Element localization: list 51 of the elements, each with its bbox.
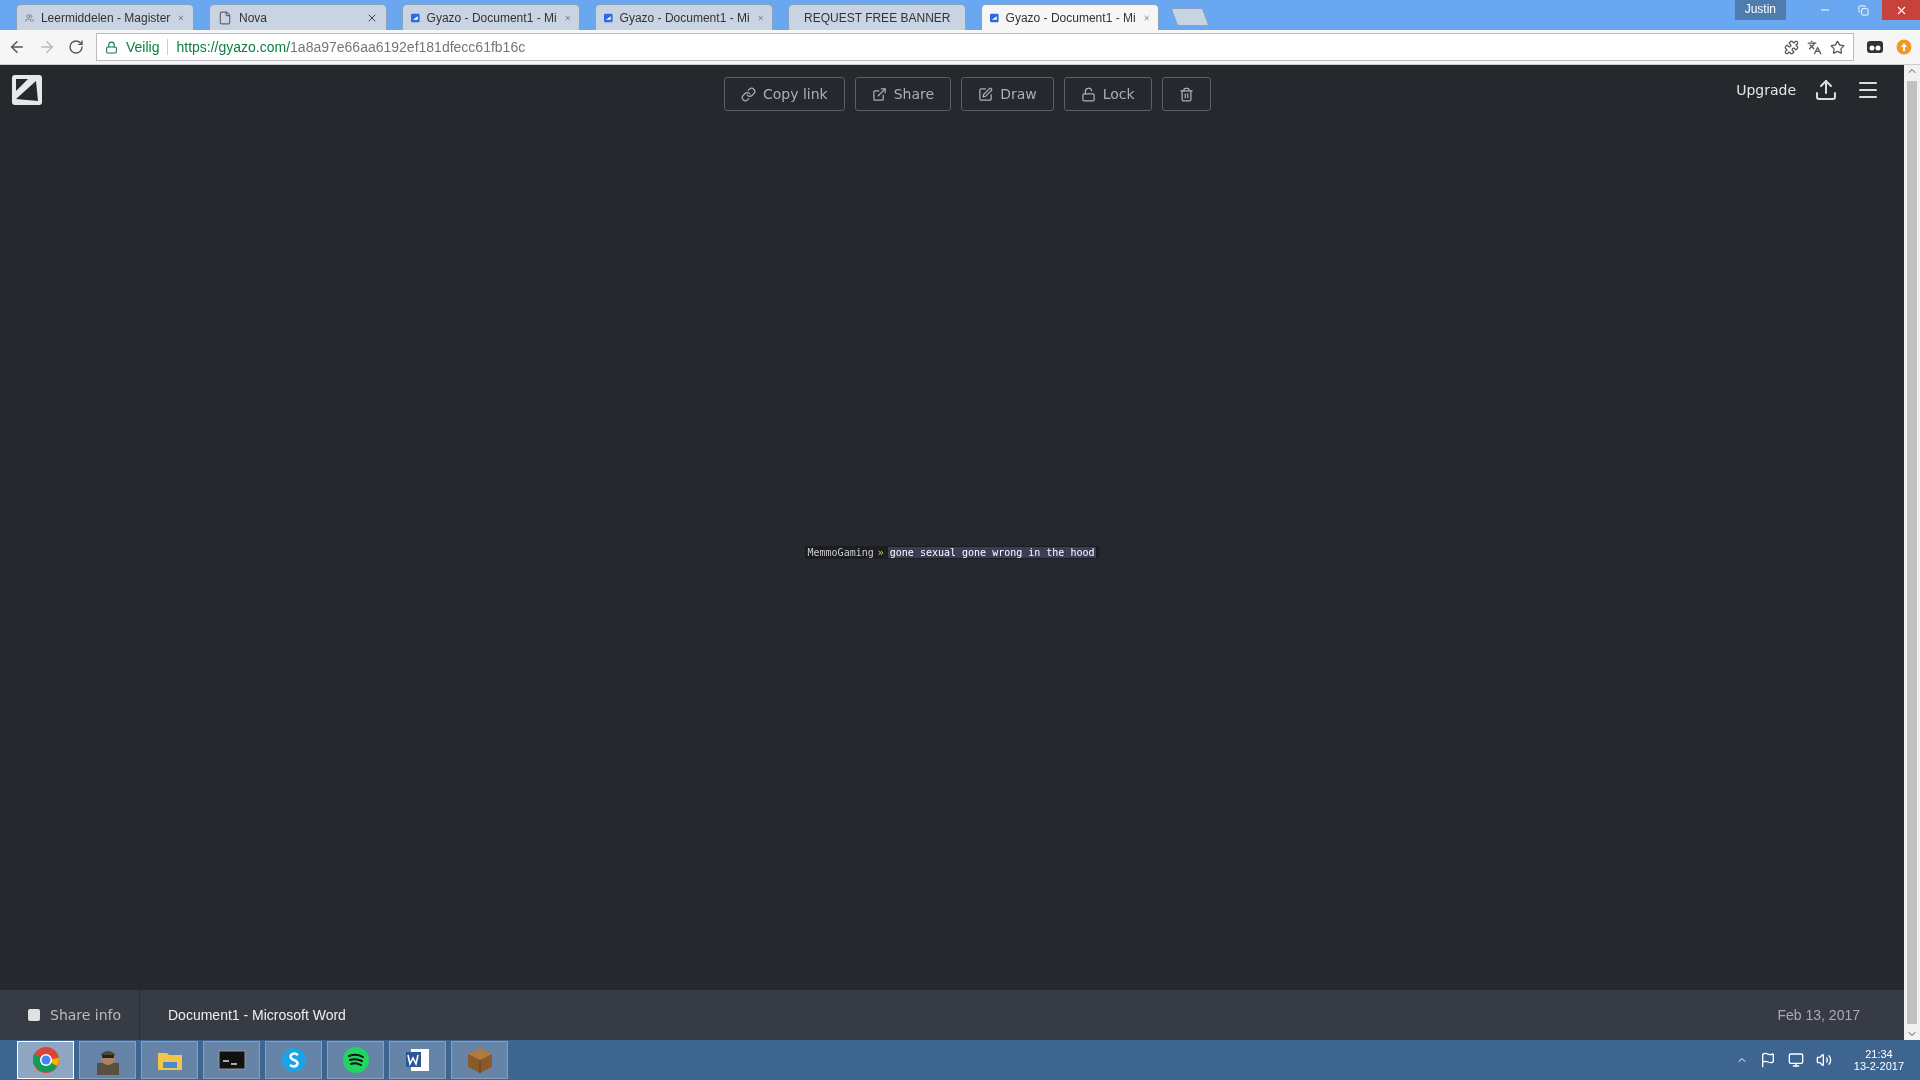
scrollbar[interactable]: [1904, 65, 1920, 1040]
unlock-icon: [1080, 86, 1096, 102]
link-icon: [741, 86, 756, 102]
share-icon: [871, 86, 887, 102]
taskbar-app[interactable]: [389, 1041, 446, 1079]
browser-tab[interactable]: Gyazo - Document1 - Mi: [981, 4, 1159, 30]
checkbox[interactable]: [28, 1009, 40, 1021]
pen-icon: [978, 86, 994, 102]
toolbar-button[interactable]: Lock: [1063, 77, 1152, 111]
chrome-icon: [30, 1045, 61, 1075]
flag-icon[interactable]: [1759, 1052, 1776, 1068]
back-icon[interactable]: [8, 38, 26, 56]
browser-tab[interactable]: Gyazo - Document1 - Mi: [402, 4, 580, 30]
upgrade-link[interactable]: Upgrade: [1736, 82, 1796, 98]
network-icon[interactable]: [1787, 1052, 1804, 1068]
puzzle-icon[interactable]: [1784, 39, 1799, 55]
chat-separator: »: [877, 547, 884, 558]
translate-icon[interactable]: [1807, 39, 1822, 55]
browser-tab[interactable]: Gyazo - Document1 - Mi: [595, 4, 773, 30]
browser-tab[interactable]: Leermiddelen - Magister: [16, 4, 194, 30]
star-icon[interactable]: [1830, 39, 1845, 55]
reload-icon[interactable]: [68, 39, 84, 55]
capture-date: Feb 13, 2017: [1777, 1007, 1860, 1023]
logo-icon[interactable]: [12, 75, 42, 105]
browser-tab[interactable]: REQUEST FREE BANNER: [788, 4, 966, 30]
browser-tab[interactable]: Nova: [209, 4, 387, 30]
chat-sender: MemmoGaming: [807, 547, 874, 558]
upload-circle-icon[interactable]: [1896, 39, 1912, 55]
document-title: Document1 - Microsoft Word: [168, 1007, 346, 1023]
secure-label: Veilig: [126, 39, 160, 55]
volume-icon[interactable]: [1815, 1052, 1832, 1068]
restore-icon: [1857, 4, 1869, 16]
delete-button[interactable]: [1161, 77, 1211, 111]
trash-icon: [1178, 86, 1194, 102]
lock-icon: [105, 40, 118, 54]
chat-message: gone sexual gone wrong in the hood: [887, 547, 1097, 558]
share-info-label: Share info: [50, 1007, 122, 1023]
toolbar-button[interactable]: Share: [854, 77, 952, 111]
glasses-icon[interactable]: [1866, 38, 1884, 56]
toolbar-button[interactable]: Copy link: [724, 77, 845, 111]
taskbar-app[interactable]: [203, 1041, 260, 1079]
page-icon: [218, 10, 232, 25]
taskbar-app[interactable]: [327, 1041, 384, 1079]
upload-icon[interactable]: [1814, 78, 1838, 102]
profile-button[interactable]: Justin: [1734, 0, 1786, 20]
toolbar-button[interactable]: Draw: [961, 77, 1054, 111]
close-button[interactable]: [1882, 0, 1920, 20]
spotify-icon: [340, 1045, 371, 1075]
url-text: https://gyazo.com/1a8a97e66aa6192ef181dfecc61fb16c: [176, 39, 527, 55]
clock[interactable]: 21:34 13-2-2017: [1853, 1048, 1904, 1072]
address-bar[interactable]: Veilig https://gyazo.com/1a8a97e66aa6192ef181dfecc61fb16c: [96, 33, 1854, 61]
